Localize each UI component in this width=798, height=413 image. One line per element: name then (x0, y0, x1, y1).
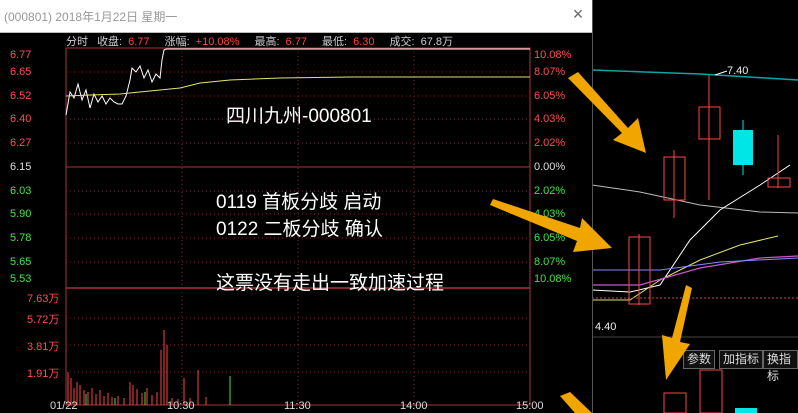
arrow-icon (560, 392, 592, 413)
arrow-icon (490, 199, 612, 252)
arrow-icon (662, 285, 692, 380)
arrow-icon (568, 72, 646, 153)
annotation-arrows (490, 72, 692, 413)
